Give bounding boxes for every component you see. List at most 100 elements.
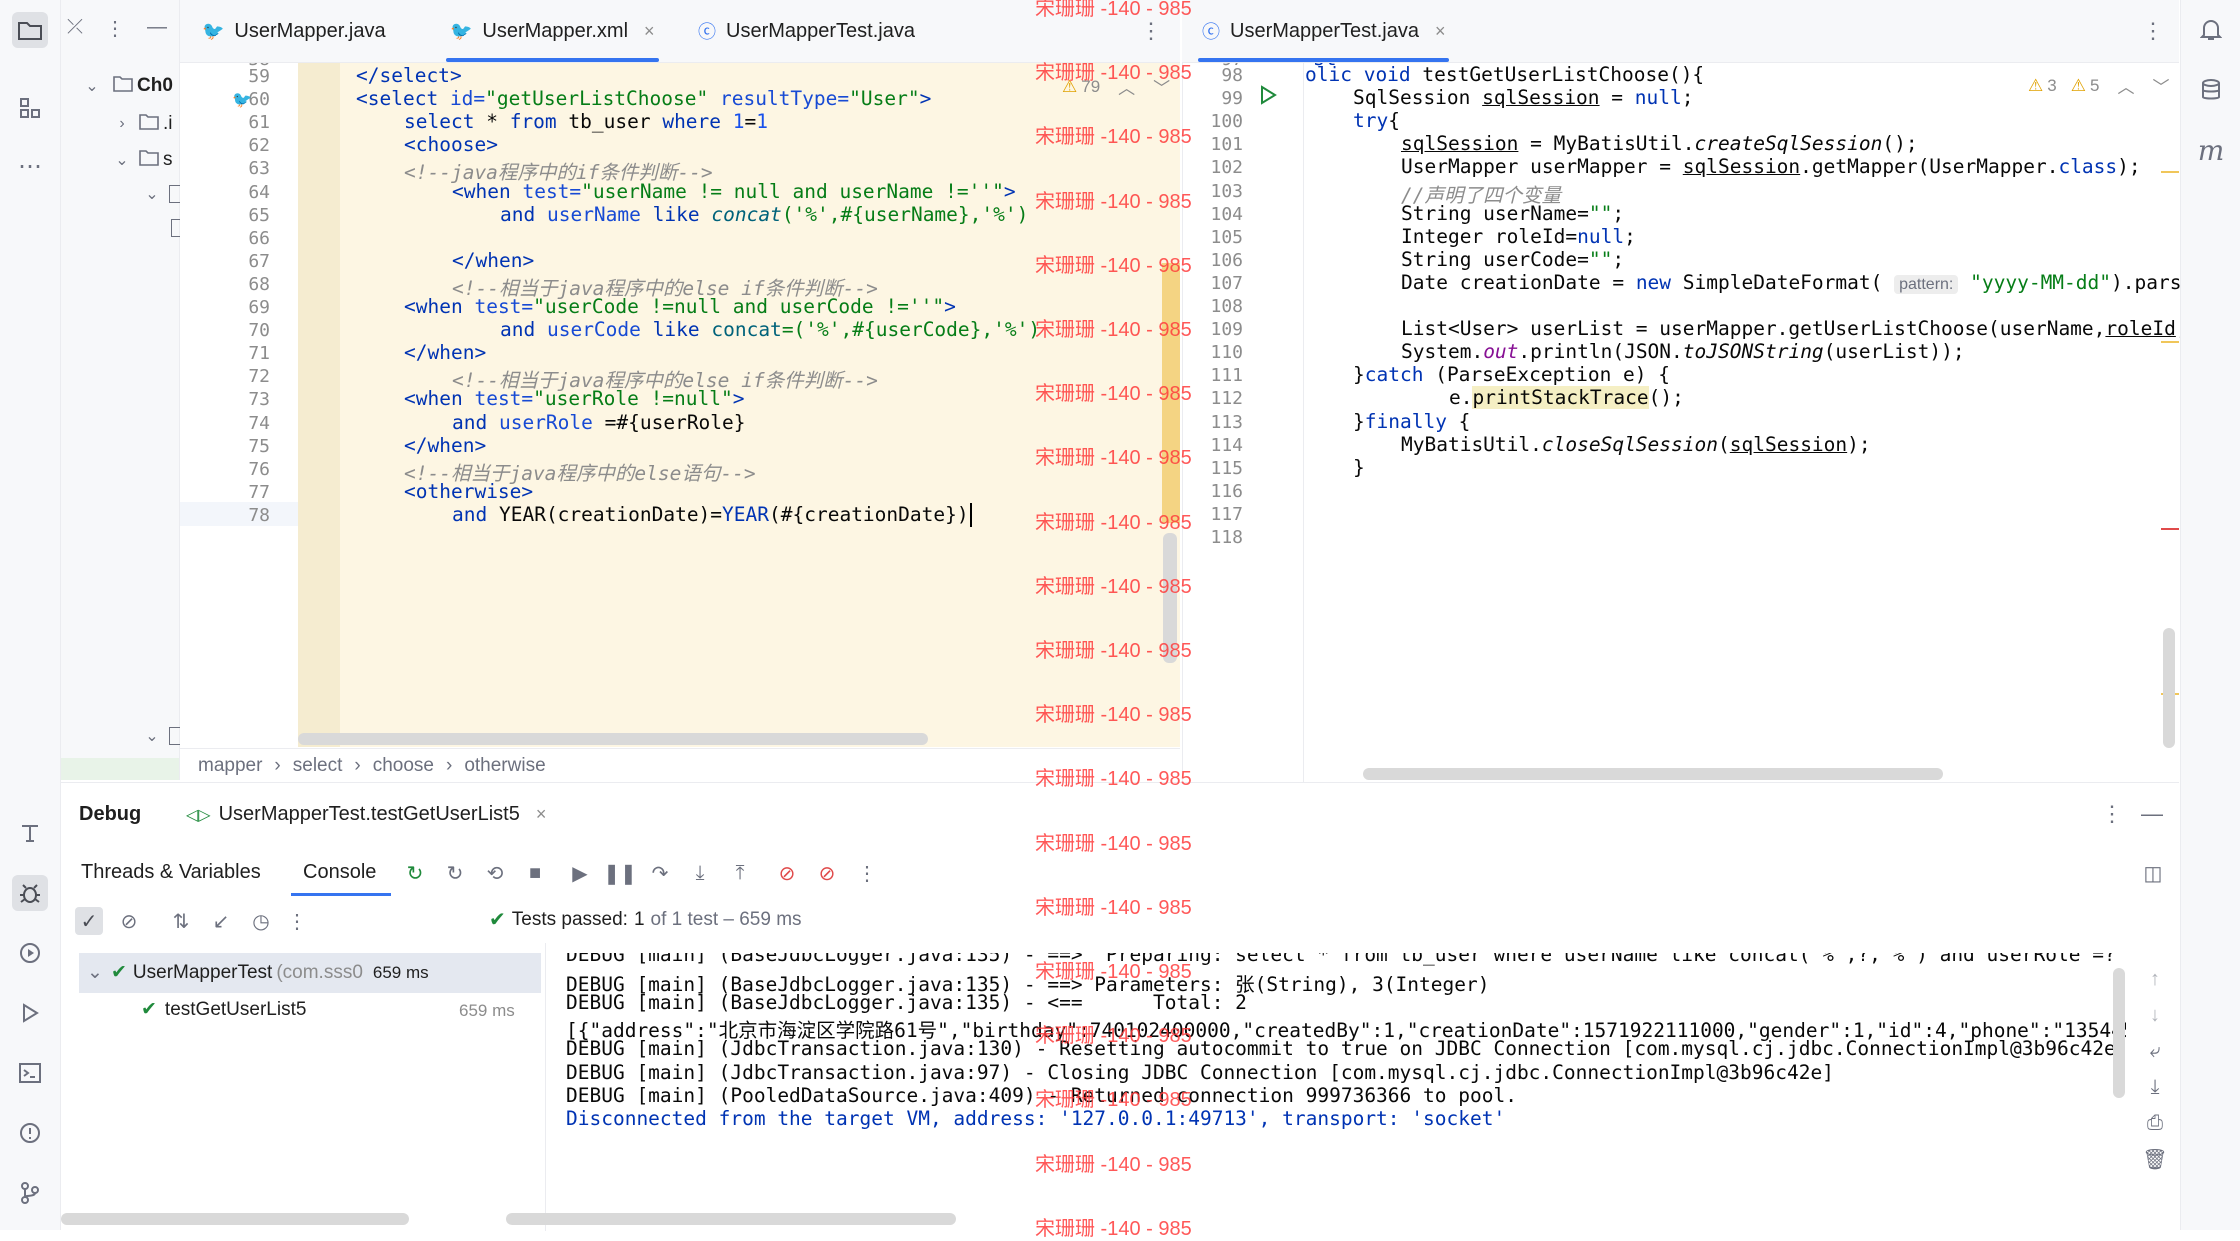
- tree-row-idea[interactable]: › .i: [111, 108, 172, 140]
- vertical-scrollbar[interactable]: [2163, 628, 2175, 748]
- code-line[interactable]: String userName="";: [1401, 202, 1624, 225]
- chevron-down-icon[interactable]: ⌄: [81, 76, 103, 96]
- code-line[interactable]: <when test="userRole !=null">: [404, 387, 745, 410]
- code-line[interactable]: }finally {: [1353, 410, 1470, 433]
- close-icon[interactable]: ×: [536, 804, 547, 825]
- tab-options-icon[interactable]: ⋮: [2142, 18, 2164, 44]
- terminal-icon[interactable]: [12, 1055, 48, 1091]
- chevron-down-icon[interactable]: ⌄: [141, 726, 163, 746]
- console-vertical-scrollbar[interactable]: [2113, 968, 2125, 1098]
- run-icon[interactable]: [12, 995, 48, 1031]
- code-line[interactable]: }catch (ParseException e) {: [1353, 363, 1670, 386]
- project-folder-icon[interactable]: [12, 12, 48, 48]
- code-line[interactable]: </select>: [356, 64, 462, 87]
- tree-row-sub[interactable]: ⌄: [141, 178, 185, 210]
- history-icon[interactable]: ◷: [247, 907, 275, 935]
- code-line[interactable]: Date creationDate = new SimpleDateFormat…: [1401, 271, 2180, 294]
- tree-row-target[interactable]: ⌄: [141, 720, 185, 752]
- java-editor[interactable]: 97st98olic void testGetUserListChoose(){…: [1182, 63, 2180, 782]
- mybatis-gutter-icon[interactable]: 🐦: [232, 90, 252, 110]
- code-line[interactable]: and userCode like concat=('%',#{userCode…: [500, 318, 1040, 341]
- code-line[interactable]: List<User> userList = userMapper.getUser…: [1401, 317, 2180, 340]
- code-line[interactable]: String userCode="";: [1401, 248, 1624, 271]
- view-breakpoints-icon[interactable]: ⊘: [773, 859, 801, 887]
- more-icon[interactable]: ⋯: [12, 148, 48, 184]
- tab-threads-variables[interactable]: Threads & Variables: [81, 861, 261, 884]
- code-line[interactable]: Integer roleId=null;: [1401, 225, 1636, 248]
- chevron-down-icon[interactable]: ⌄: [87, 961, 107, 984]
- maven-icon[interactable]: m: [2193, 132, 2229, 168]
- breadcrumb-item[interactable]: mapper: [198, 755, 262, 777]
- resume-icon[interactable]: ▶: [566, 859, 594, 887]
- breadcrumb-item[interactable]: otherwise: [464, 755, 545, 777]
- git-icon[interactable]: [12, 1175, 48, 1211]
- arrow-up-icon[interactable]: ︿: [2117, 73, 2134, 98]
- build-icon[interactable]: [12, 815, 48, 851]
- chevron-down-icon[interactable]: ⌄: [111, 150, 133, 170]
- code-line[interactable]: and userName like concat('%',#{userName}…: [500, 203, 1028, 226]
- scroll-up-icon[interactable]: ↑: [2141, 965, 2169, 993]
- sort-icon[interactable]: ⇅: [167, 907, 195, 935]
- code-line[interactable]: <when test="userName != null and userNam…: [452, 180, 1016, 203]
- rerun-failed-icon[interactable]: ↻: [441, 859, 469, 887]
- tab-usermappertest-java-right[interactable]: ⓒ UserMapperTest.java ×: [1197, 0, 1450, 62]
- tab-options-icon[interactable]: ⋮: [1140, 18, 1162, 44]
- chevron-right-icon[interactable]: ›: [111, 115, 133, 133]
- horizontal-scrollbar[interactable]: [298, 733, 928, 745]
- tab-usermapper-java[interactable]: 🐦 UserMapper.java: [202, 0, 386, 62]
- close-icon[interactable]: ×: [1435, 21, 1446, 42]
- splitter[interactable]: [545, 943, 546, 1231]
- clear-all-icon[interactable]: 🗑: [2141, 1145, 2169, 1173]
- debug-options-icon[interactable]: ⋮: [2101, 801, 2123, 827]
- step-out-icon[interactable]: ⤒: [726, 859, 754, 887]
- collapse-all-icon[interactable]: ↙: [207, 907, 235, 935]
- more-icon[interactable]: ⋮: [853, 859, 881, 887]
- test-tree-row-class[interactable]: ⌄ ✔ UserMapperTest (com.sss0 659 ms: [87, 961, 429, 984]
- options-icon[interactable]: ⋮: [105, 16, 125, 41]
- code-line[interactable]: and YEAR(creationDate)=YEAR(#{creationDa…: [452, 503, 969, 526]
- code-line[interactable]: MyBatisUtil.closeSqlSession(sqlSession);: [1401, 433, 1871, 456]
- tree-scrollbar[interactable]: [61, 1213, 409, 1225]
- code-line[interactable]: SqlSession sqlSession = null;: [1353, 86, 1694, 109]
- run-test-icon[interactable]: [1258, 85, 1278, 110]
- debug-icon[interactable]: [12, 875, 48, 911]
- scroll-to-end-icon[interactable]: ⤓: [2141, 1073, 2169, 1101]
- tab-usermappertest-java[interactable]: ⓒ UserMapperTest.java: [698, 0, 915, 62]
- code-line[interactable]: <select id="getUserListChoose" resultTyp…: [356, 87, 931, 110]
- inspection-widget[interactable]: ⚠ 3 ⚠ 5 ︿ ﹀: [2028, 73, 2169, 98]
- minimize-icon[interactable]: —: [147, 16, 167, 41]
- test-tree-row-method[interactable]: ✔ testGetUserList5: [141, 998, 306, 1021]
- code-line[interactable]: </when>: [404, 434, 486, 457]
- code-line[interactable]: sqlSession = MyBatisUtil.createSqlSessio…: [1401, 132, 1918, 155]
- services-icon[interactable]: [12, 935, 48, 971]
- code-line[interactable]: and userRole =#{userRole}: [452, 411, 746, 434]
- breadcrumb-item[interactable]: select: [293, 755, 343, 777]
- soft-wrap-icon[interactable]: ⤶: [2141, 1037, 2169, 1065]
- code-line[interactable]: e.printStackTrace();: [1449, 386, 1684, 410]
- structure-icon[interactable]: [12, 90, 48, 126]
- code-line[interactable]: olic void testGetUserListChoose(){: [1305, 63, 1704, 86]
- arrow-down-icon[interactable]: ﹀: [2152, 73, 2169, 98]
- database-icon[interactable]: [2193, 72, 2229, 108]
- restart-icon[interactable]: ⟲: [481, 859, 509, 887]
- show-ignored-icon[interactable]: ⊘: [115, 907, 143, 935]
- tab-usermapper-xml[interactable]: 🐦 UserMapper.xml ×: [446, 0, 659, 62]
- rerun-icon[interactable]: ↻: [401, 859, 429, 887]
- show-passed-icon[interactable]: ✓: [75, 907, 103, 935]
- code-line[interactable]: <choose>: [404, 133, 498, 156]
- close-icon[interactable]: ×: [644, 21, 655, 42]
- tree-row-src[interactable]: ⌄ s: [111, 144, 172, 176]
- scroll-down-icon[interactable]: ↓: [2141, 1001, 2169, 1029]
- code-line[interactable]: UserMapper userMapper = sqlSession.getMa…: [1401, 155, 2141, 178]
- code-line[interactable]: try{: [1353, 109, 1400, 132]
- stop-icon[interactable]: ■: [521, 859, 549, 887]
- notifications-icon[interactable]: [2193, 12, 2229, 48]
- debug-session-tab[interactable]: ◁▷ UserMapperTest.testGetUserList5 ×: [186, 803, 546, 826]
- code-line[interactable]: </when>: [452, 249, 534, 272]
- layout-icon[interactable]: ◫: [2139, 859, 2167, 887]
- minimize-icon[interactable]: —: [2141, 801, 2163, 827]
- code-line[interactable]: <otherwise>: [404, 480, 533, 503]
- collapse-icon[interactable]: ⤫: [67, 16, 83, 41]
- console-horizontal-scrollbar[interactable]: [506, 1213, 956, 1225]
- step-into-icon[interactable]: ⤓: [686, 859, 714, 887]
